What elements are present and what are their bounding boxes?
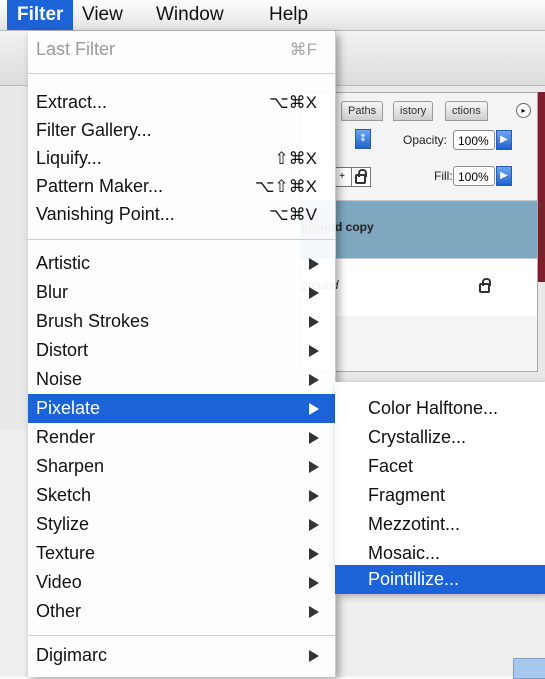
fill-slider-button[interactable]: ▶ — [496, 166, 512, 186]
menu-item-last-filter: Last Filter ⌘F — [36, 39, 317, 59]
menu-separator — [28, 635, 335, 636]
filter-menu: Last Filter ⌘F Extract... ⌥⌘X Filter Galle… — [28, 31, 336, 677]
submenu-item-facet[interactable]: Facet — [335, 452, 545, 481]
fill-label: Fill: — [434, 169, 453, 183]
menu-item-video[interactable]: Video — [28, 568, 335, 597]
menu-view[interactable]: View — [72, 0, 133, 30]
submenu-item-fragment[interactable]: Fragment — [335, 481, 545, 510]
menu-item-stylize[interactable]: Stylize — [28, 510, 335, 539]
menu-bar: Filter View Window Help — [0, 0, 545, 31]
menu-item-render[interactable]: Render — [28, 423, 335, 452]
submenu-item-mosaic[interactable]: Mosaic... — [335, 539, 545, 568]
opacity-slider-button[interactable]: ▶ — [496, 130, 512, 150]
submenu-arrow-icon — [309, 650, 319, 662]
submenu-item-color-halftone[interactable]: Color Halftone... — [335, 394, 545, 423]
tab-actions[interactable]: ctions — [445, 101, 488, 121]
menu-item-sketch[interactable]: Sketch — [28, 481, 335, 510]
menu-item-filter-gallery[interactable]: Filter Gallery... — [28, 116, 335, 145]
fill-input[interactable]: 100% — [453, 166, 495, 186]
submenu-arrow-icon — [309, 258, 319, 270]
submenu-arrow-icon — [309, 519, 319, 531]
pixelate-submenu: Color Halftone... Crystallize... Facet F… — [335, 382, 545, 594]
menu-item-artistic[interactable]: Artistic — [28, 249, 335, 278]
menu-item-sharpen[interactable]: Sharpen — [28, 452, 335, 481]
submenu-arrow-icon — [309, 345, 319, 357]
submenu-arrow-icon — [309, 577, 319, 589]
submenu-arrow-icon — [309, 548, 319, 560]
layer-lock-icon — [479, 278, 491, 293]
layer-row[interactable]: ground copy — [301, 200, 537, 258]
submenu-arrow-icon — [309, 287, 319, 299]
menu-item-blur[interactable]: Blur — [28, 278, 335, 307]
window-thumbnail[interactable] — [513, 658, 545, 679]
submenu-arrow-icon — [309, 606, 319, 618]
menu-item-pattern-maker[interactable]: Pattern Maker... ⌥⇧⌘X — [28, 172, 335, 201]
menu-help[interactable]: Help — [259, 0, 318, 30]
submenu-item-mezzotint[interactable]: Mezzotint... — [335, 510, 545, 539]
submenu-arrow-icon — [309, 490, 319, 502]
menu-filter[interactable]: Filter — [7, 0, 73, 30]
menu-item-liquify[interactable]: Liquify... ⇧⌘X — [28, 144, 335, 173]
panel-menu-icon[interactable]: ▸ — [516, 103, 531, 118]
menu-item-extract[interactable]: Extract... ⌥⌘X — [28, 88, 335, 117]
submenu-arrow-icon — [309, 432, 319, 444]
menu-item-distort[interactable]: Distort — [28, 336, 335, 365]
menu-item-pixelate[interactable]: Pixelate — [28, 394, 335, 423]
menu-item-digimarc[interactable]: Digimarc — [28, 641, 335, 670]
submenu-arrow-icon — [309, 316, 319, 328]
menu-separator — [28, 239, 335, 240]
menu-separator — [28, 73, 335, 74]
menu-item-noise[interactable]: Noise — [28, 365, 335, 394]
submenu-arrow-icon — [309, 403, 319, 415]
lock-all-button[interactable] — [351, 167, 371, 187]
tab-history[interactable]: istory — [393, 101, 434, 121]
submenu-item-pointillize[interactable]: Pointillize... — [335, 565, 545, 594]
menu-item-texture[interactable]: Texture — [28, 539, 335, 568]
submenu-item-crystallize[interactable]: Crystallize... — [335, 423, 545, 452]
opacity-input[interactable]: 100% — [453, 130, 495, 150]
submenu-arrow-icon — [309, 461, 319, 473]
menu-item-other[interactable]: Other — [28, 597, 335, 626]
opacity-label: Opacity: — [403, 133, 448, 147]
menu-item-vanishing-point[interactable]: Vanishing Point... ⌥⌘V — [28, 200, 335, 229]
tab-paths[interactable]: Paths — [341, 101, 384, 121]
menu-window[interactable]: Window — [146, 0, 234, 30]
layer-row[interactable]: ground — [301, 258, 537, 316]
submenu-arrow-icon — [309, 374, 319, 386]
blend-mode-dropdown-arrow[interactable]: ⇕ — [355, 129, 371, 149]
menu-item-brush-strokes[interactable]: Brush Strokes — [28, 307, 335, 336]
lock-icon — [355, 169, 367, 184]
